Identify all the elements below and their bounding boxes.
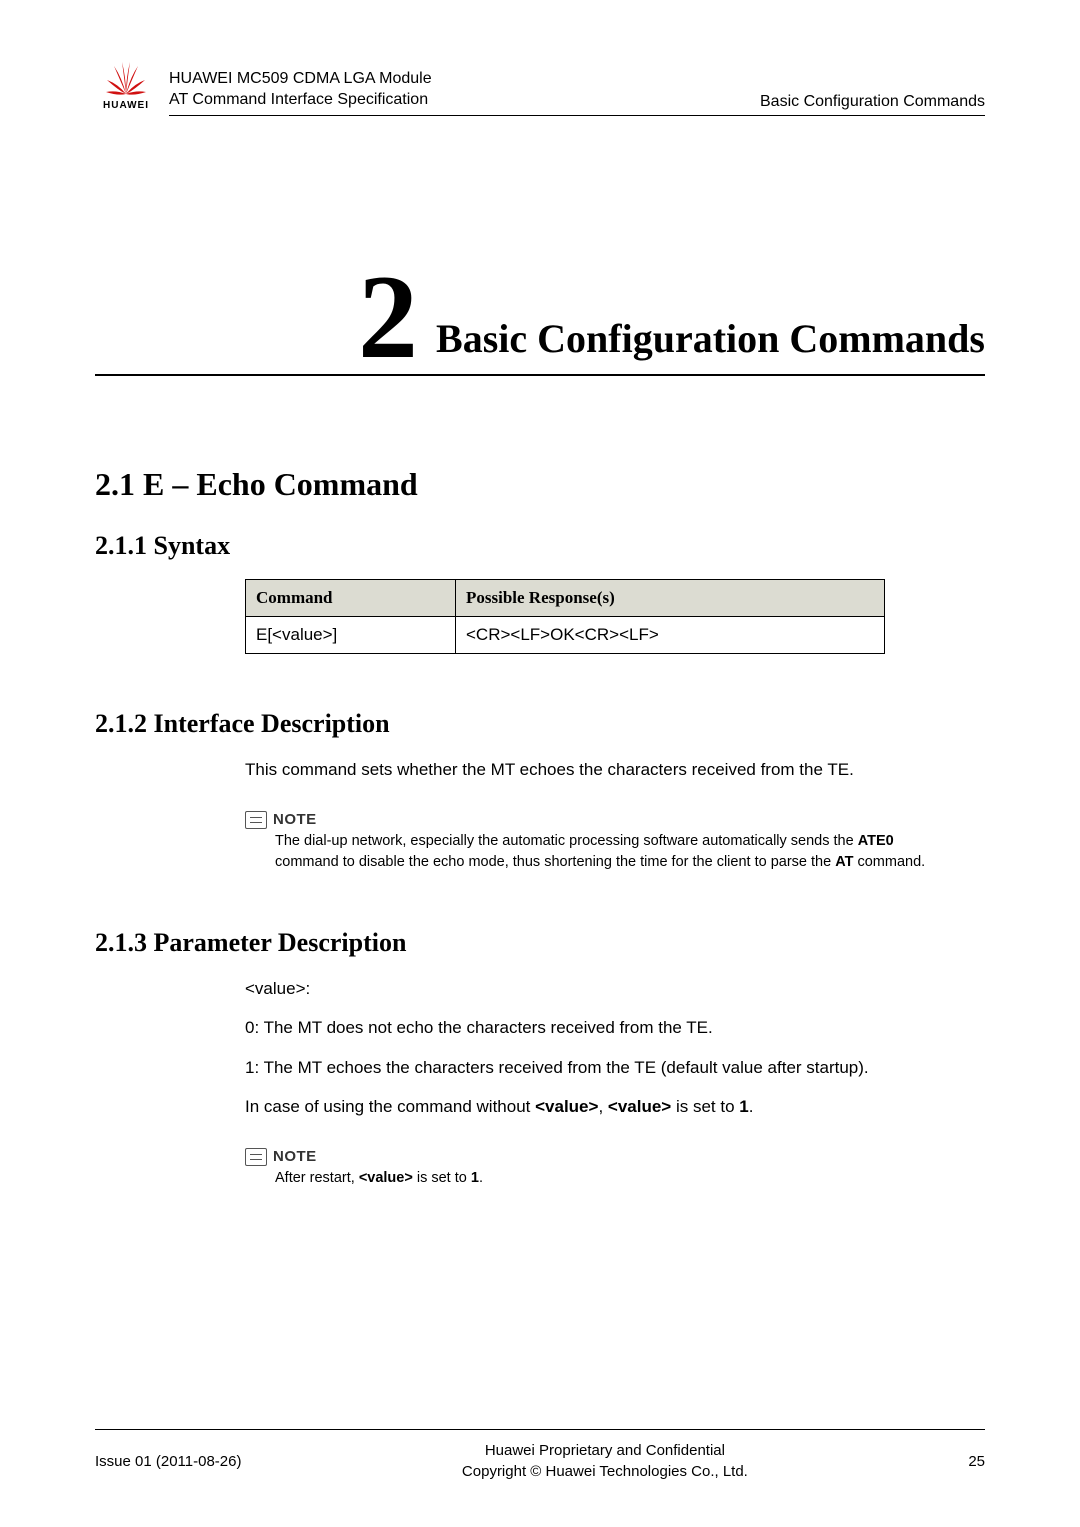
case-mid2: is set to bbox=[671, 1097, 739, 1116]
section-2-1-2-heading: 2.1.2 Interface Description bbox=[95, 709, 985, 739]
page-footer: Issue 01 (2011-08-26) Huawei Proprietary… bbox=[95, 1429, 985, 1482]
param-value-label: <value>: bbox=[245, 976, 985, 1002]
header-section-label: Basic Configuration Commands bbox=[760, 93, 985, 111]
header-rule bbox=[169, 115, 985, 116]
footer-center: Huawei Proprietary and Confidential Copy… bbox=[241, 1440, 968, 1482]
footer-center-line1: Huawei Proprietary and Confidential bbox=[241, 1440, 968, 1461]
param-line-0: 0: The MT does not echo the characters r… bbox=[245, 1015, 985, 1041]
header-doc-line1: HUAWEI MC509 CDMA LGA Module bbox=[169, 68, 748, 90]
note-head-2: NOTE bbox=[245, 1148, 985, 1166]
note2-mid: is set to bbox=[413, 1170, 471, 1186]
header-doc-titles: HUAWEI MC509 CDMA LGA Module AT Command … bbox=[169, 68, 748, 111]
note-head: NOTE bbox=[245, 811, 985, 829]
note2-bold-value: <value> bbox=[359, 1170, 413, 1186]
brand-name: HUAWEI bbox=[103, 100, 149, 111]
note2-post: . bbox=[479, 1170, 483, 1186]
syntax-table: Command Possible Response(s) E[<value>] … bbox=[245, 579, 885, 654]
param-line-1: 1: The MT echoes the characters received… bbox=[245, 1055, 985, 1081]
note2-pre: After restart, bbox=[275, 1170, 359, 1186]
note-text-pre: The dial-up network, especially the auto… bbox=[275, 833, 858, 849]
table-header-response: Possible Response(s) bbox=[456, 580, 885, 617]
section-2-1-2-para: This command sets whether the MT echoes … bbox=[245, 757, 985, 783]
note-text-post: command. bbox=[853, 854, 925, 870]
huawei-logo-icon bbox=[104, 60, 148, 98]
case-mid: , bbox=[598, 1097, 607, 1116]
note-icon bbox=[245, 811, 267, 829]
note-icon bbox=[245, 1148, 267, 1166]
footer-issue: Issue 01 (2011-08-26) bbox=[95, 1453, 241, 1470]
table-cell-response: <CR><LF>OK<CR><LF> bbox=[456, 617, 885, 654]
case-bold-one: 1 bbox=[739, 1097, 748, 1116]
table-header-command: Command bbox=[246, 580, 456, 617]
chapter-number: 2 bbox=[358, 266, 418, 368]
chapter-heading: 2 Basic Configuration Commands bbox=[95, 266, 985, 376]
table-header-row: Command Possible Response(s) bbox=[246, 580, 885, 617]
page-header: HUAWEI HUAWEI MC509 CDMA LGA Module AT C… bbox=[95, 60, 985, 111]
note-bold-ate0: ATE0 bbox=[858, 833, 894, 849]
note-label-2: NOTE bbox=[273, 1148, 317, 1165]
case-pre: In case of using the command without bbox=[245, 1097, 535, 1116]
note2-bold-one: 1 bbox=[471, 1170, 479, 1186]
chapter-title: Basic Configuration Commands bbox=[436, 315, 985, 368]
chapter-line: 2 Basic Configuration Commands bbox=[95, 266, 985, 376]
brand-logo-block: HUAWEI bbox=[95, 60, 157, 111]
note-bold-at: AT bbox=[835, 854, 853, 870]
header-doc-line2: AT Command Interface Specification bbox=[169, 89, 748, 111]
case-bold-value1: <value> bbox=[535, 1097, 598, 1116]
section-2-1-1-heading: 2.1.1 Syntax bbox=[95, 531, 985, 561]
note-text-2: After restart, <value> is set to 1. bbox=[275, 1168, 935, 1189]
footer-page-number: 25 bbox=[968, 1453, 985, 1470]
page: HUAWEI HUAWEI MC509 CDMA LGA Module AT C… bbox=[0, 0, 1080, 1527]
table-row: E[<value>] <CR><LF>OK<CR><LF> bbox=[246, 617, 885, 654]
note-label: NOTE bbox=[273, 811, 317, 828]
note-text-mid: command to disable the echo mode, thus s… bbox=[275, 854, 835, 870]
note-text-1: The dial-up network, especially the auto… bbox=[275, 831, 935, 873]
table-cell-command: E[<value>] bbox=[246, 617, 456, 654]
note-block-2: NOTE After restart, <value> is set to 1. bbox=[245, 1148, 985, 1189]
param-line-case: In case of using the command without <va… bbox=[245, 1094, 985, 1120]
section-2-1-heading: 2.1 E – Echo Command bbox=[95, 466, 985, 503]
section-2-1-3-heading: 2.1.3 Parameter Description bbox=[95, 928, 985, 958]
note-block-1: NOTE The dial-up network, especially the… bbox=[245, 811, 985, 873]
footer-center-line2: Copyright © Huawei Technologies Co., Ltd… bbox=[241, 1461, 968, 1482]
case-bold-value2: <value> bbox=[608, 1097, 671, 1116]
case-post: . bbox=[749, 1097, 754, 1116]
